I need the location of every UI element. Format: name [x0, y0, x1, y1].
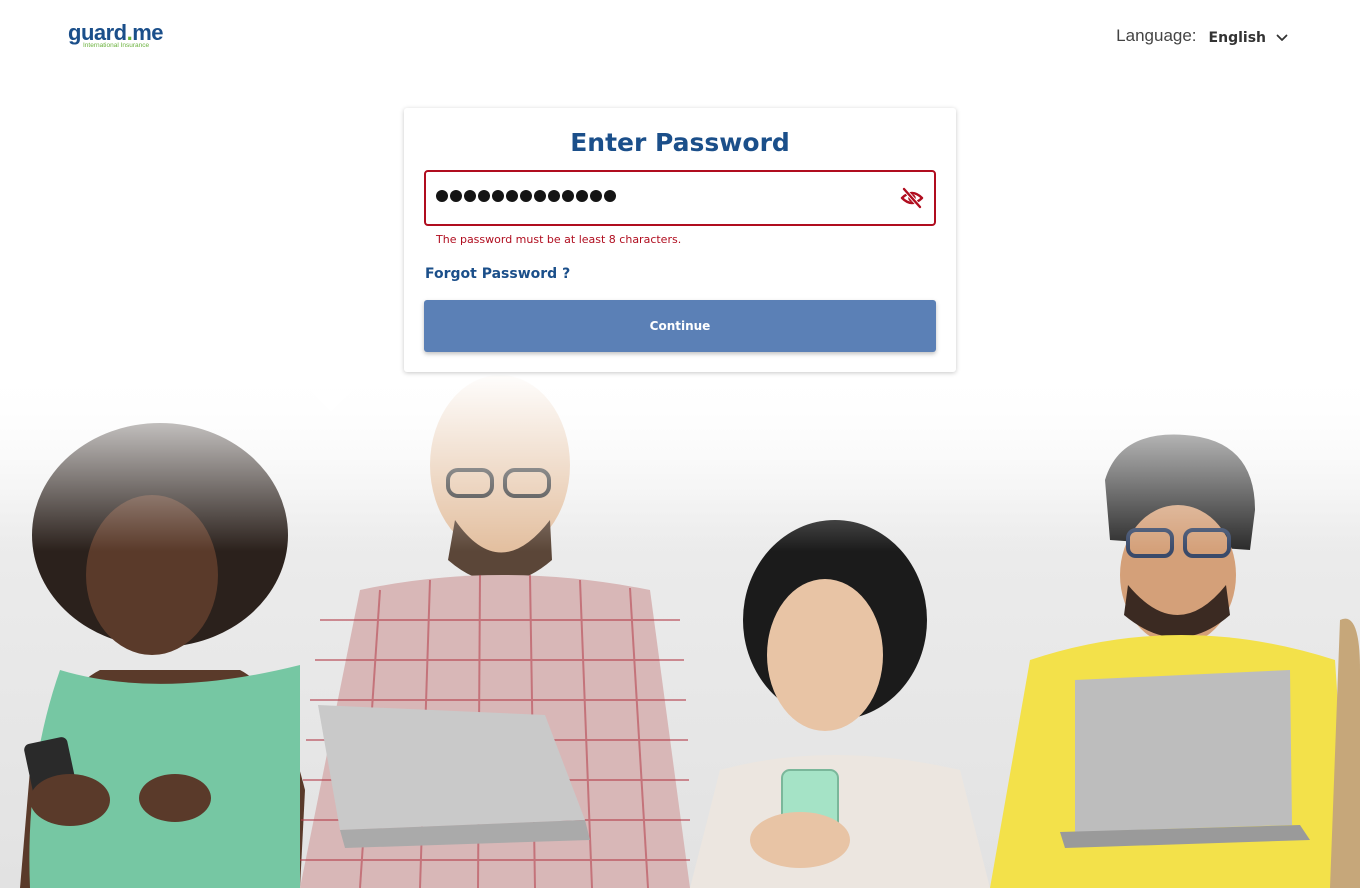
- password-mask-dot: [450, 190, 462, 202]
- hero-people-illustration: [0, 370, 1360, 888]
- language-value: English: [1208, 29, 1266, 46]
- password-mask-dot: [436, 190, 448, 202]
- password-mask-dot: [576, 190, 588, 202]
- password-mask-dot: [478, 190, 490, 202]
- password-mask-dot: [562, 190, 574, 202]
- password-mask-dot: [604, 190, 616, 202]
- eye-off-icon[interactable]: [900, 187, 924, 209]
- language-label: Language:: [1116, 26, 1197, 45]
- password-input[interactable]: [424, 170, 936, 226]
- chevron-down-icon: [1276, 34, 1288, 41]
- password-mask-dot: [520, 190, 532, 202]
- forgot-password-link[interactable]: Forgot Password ?: [425, 266, 570, 282]
- password-mask-dot: [506, 190, 518, 202]
- password-card: Enter Password The password must be at l…: [404, 108, 956, 372]
- continue-button[interactable]: Continue: [424, 300, 936, 352]
- guardme-logo[interactable]: guard.me International Insurance: [68, 20, 178, 52]
- password-mask-dot: [464, 190, 476, 202]
- language-dropdown[interactable]: English: [1209, 30, 1288, 46]
- password-mask-dot: [590, 190, 602, 202]
- password-mask-dot: [548, 190, 560, 202]
- password-mask-dot: [492, 190, 504, 202]
- password-mask: [436, 184, 616, 202]
- password-mask-dot: [534, 190, 546, 202]
- svg-text:International Insurance: International Insurance: [83, 42, 150, 49]
- page: guard.me International Insurance Languag…: [0, 0, 1360, 888]
- card-title: Enter Password: [570, 128, 790, 157]
- password-error-message: The password must be at least 8 characte…: [436, 233, 682, 246]
- language-selector: Language: English: [1116, 26, 1288, 46]
